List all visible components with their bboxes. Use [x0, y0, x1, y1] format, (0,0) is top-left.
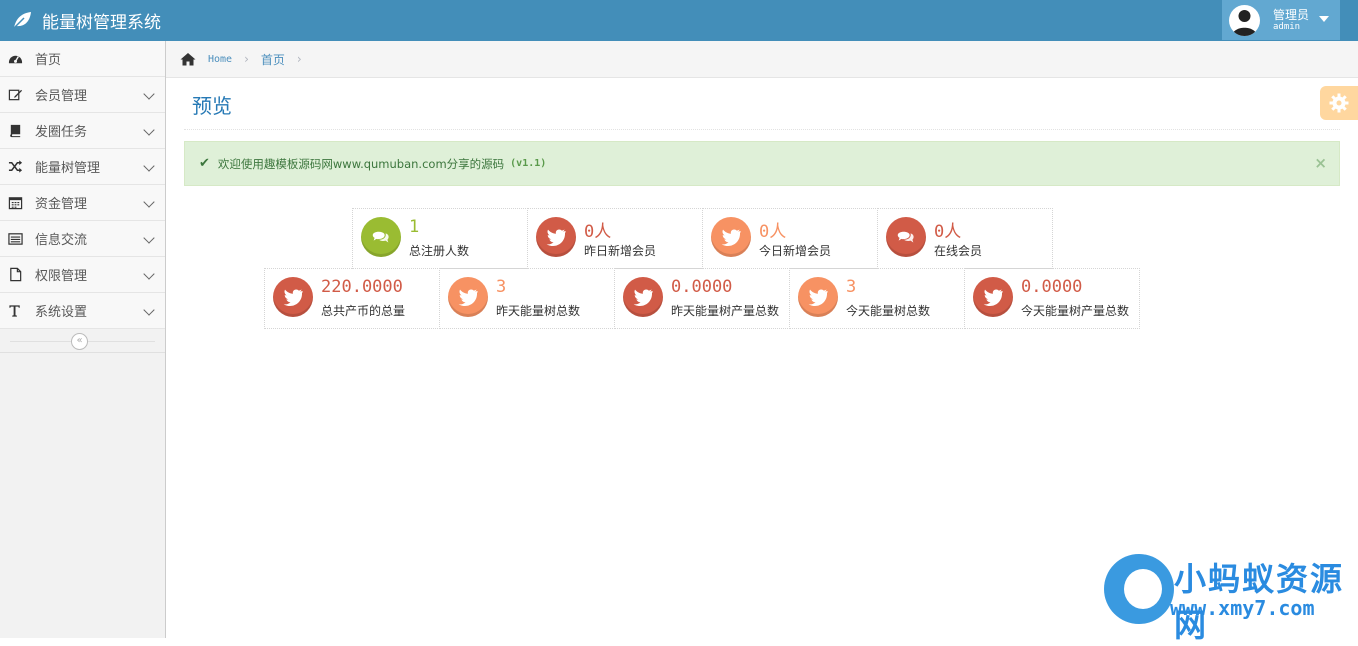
stat-value: 0人 — [759, 222, 787, 242]
watermark: 小蚂蚁资源网 www.xmy7.com — [1104, 552, 1358, 644]
stat-value: 3 — [846, 277, 857, 297]
calendar-icon — [7, 195, 23, 211]
sidebar-item-label: 会员管理 — [35, 89, 88, 104]
sidebar-item-home[interactable]: 首页 — [0, 41, 165, 77]
watermark-url: www.xmy7.com — [1170, 596, 1315, 620]
sidebar-item-label: 信息交流 — [35, 233, 88, 248]
stat-total-registered: 1 总注册人数 — [352, 208, 528, 269]
stats-row-2: 220.0000 总共产币的总量 3 昨天能量树总数 0.0000 昨天能量树产… — [264, 268, 1140, 329]
chevron-down-icon — [143, 304, 155, 316]
sidebar-collapse: « — [0, 329, 165, 353]
breadcrumb: Home › 首页 › — [166, 41, 1358, 78]
sidebar-item-label: 能量树管理 — [35, 161, 101, 176]
caret-down-icon — [1319, 16, 1329, 22]
stat-label: 在线会员 — [934, 244, 983, 258]
sidebar-item-permissions[interactable]: 权限管理 — [0, 257, 165, 293]
twitter-icon — [623, 277, 663, 317]
twitter-icon — [273, 277, 313, 317]
twitter-icon — [798, 277, 838, 317]
random-icon — [7, 159, 23, 175]
breadcrumb-separator-icon: › — [296, 52, 302, 66]
twitter-icon — [711, 217, 751, 257]
user-name: admin — [1273, 21, 1301, 32]
sidebar-item-label: 发圈任务 — [35, 125, 88, 140]
twitter-icon — [448, 277, 488, 317]
stat-value: 0人 — [934, 222, 962, 242]
chevron-down-icon — [143, 232, 155, 244]
stat-today-trees: 3 今天能量树总数 — [789, 268, 965, 329]
stat-value: 220.0000 — [321, 277, 403, 297]
stat-value: 0.0000 — [1021, 277, 1083, 297]
stat-label: 昨天能量树总数 — [496, 304, 581, 318]
user-menu[interactable]: 管理员 admin — [1222, 0, 1340, 40]
book-icon — [7, 123, 23, 139]
stat-today-new-members: 0人 今日新增会员 — [702, 208, 878, 269]
sidebar-item-label: 权限管理 — [35, 269, 88, 284]
sidebar-item-settings[interactable]: 系统设置 — [0, 293, 165, 329]
close-icon[interactable]: × — [1314, 154, 1327, 172]
stat-yesterday-trees: 3 昨天能量树总数 — [439, 268, 615, 329]
stat-label: 今日新增会员 — [759, 244, 832, 258]
sidebar-item-funds[interactable]: 资金管理 — [0, 185, 165, 221]
stat-label: 今天能量树总数 — [846, 304, 931, 318]
chevron-down-icon — [143, 124, 155, 136]
file-icon — [7, 267, 23, 283]
stat-value: 0.0000 — [671, 277, 733, 297]
check-icon: ✔ — [199, 156, 210, 171]
breadcrumb-current[interactable]: 首页 — [261, 51, 285, 68]
sidebar-item-messages[interactable]: 信息交流 — [0, 221, 165, 257]
stat-label: 总注册人数 — [409, 244, 470, 258]
page-title: 预览 — [192, 94, 232, 118]
page-header: 预览 — [184, 78, 1340, 130]
twitter-icon — [973, 277, 1013, 317]
stat-value: 1 — [409, 217, 420, 237]
tachometer-icon — [7, 51, 23, 67]
stat-value: 0人 — [584, 222, 612, 242]
top-navbar: 能量树管理系统 管理员 admin — [0, 0, 1358, 41]
stat-today-tree-output: 0.0000 今天能量树产量总数 — [964, 268, 1140, 329]
chevron-down-icon — [143, 268, 155, 280]
alert-text: 欢迎使用趣模板源码网www.qumuban.com分享的源码 — [217, 156, 505, 171]
stat-label: 昨日新增会员 — [584, 244, 657, 258]
text-height-icon — [7, 303, 23, 319]
chevron-down-icon — [143, 196, 155, 208]
sidebar-item-label: 系统设置 — [35, 305, 88, 320]
comments-icon — [886, 217, 926, 257]
avatar — [1229, 4, 1260, 36]
double-chevron-left-icon[interactable]: « — [71, 333, 88, 350]
home-icon — [180, 53, 196, 66]
stat-yesterday-new-members: 0人 昨日新增会员 — [527, 208, 703, 269]
stat-label: 昨天能量树产量总数 — [671, 304, 780, 318]
chevron-down-icon — [143, 160, 155, 172]
list-alt-icon — [7, 231, 23, 247]
stat-value: 3 — [496, 277, 507, 297]
breadcrumb-home[interactable]: Home — [208, 54, 232, 65]
sidebar-item-energy-tree[interactable]: 能量树管理 — [0, 149, 165, 185]
brand[interactable]: 能量树管理系统 — [12, 8, 161, 33]
sidebar: 首页 会员管理 发圈任务 能量树管理 资金管理 信息交流 权限管理 系统设置 « — [0, 41, 166, 638]
stat-yesterday-tree-output: 0.0000 昨天能量树产量总数 — [614, 268, 790, 329]
stats-row-1: 1 总注册人数 0人 昨日新增会员 0人 今日新增会员 0人 在线会员 — [352, 208, 1053, 269]
twitter-icon — [536, 217, 576, 257]
alert-version: (v1.1) — [510, 158, 547, 169]
sidebar-item-label: 首页 — [35, 53, 62, 68]
user-role: 管理员 — [1273, 7, 1310, 22]
ant-logo-icon — [1104, 554, 1174, 624]
chevron-down-icon — [143, 88, 155, 100]
app-title: 能量树管理系统 — [42, 12, 161, 33]
stat-total-coins: 220.0000 总共产币的总量 — [264, 268, 440, 329]
sidebar-item-tasks[interactable]: 发圈任务 — [0, 113, 165, 149]
welcome-alert: ✔ 欢迎使用趣模板源码网www.qumuban.com分享的源码 (v1.1) … — [184, 141, 1340, 186]
edit-icon — [7, 87, 23, 103]
stat-label: 今天能量树产量总数 — [1021, 304, 1130, 318]
sidebar-item-label: 资金管理 — [35, 197, 88, 212]
leaf-icon — [13, 12, 31, 29]
comments-icon — [361, 217, 401, 257]
stat-label: 总共产币的总量 — [321, 304, 406, 318]
sidebar-item-members[interactable]: 会员管理 — [0, 77, 165, 113]
stat-online-members: 0人 在线会员 — [877, 208, 1053, 269]
breadcrumb-separator-icon: › — [244, 52, 249, 66]
